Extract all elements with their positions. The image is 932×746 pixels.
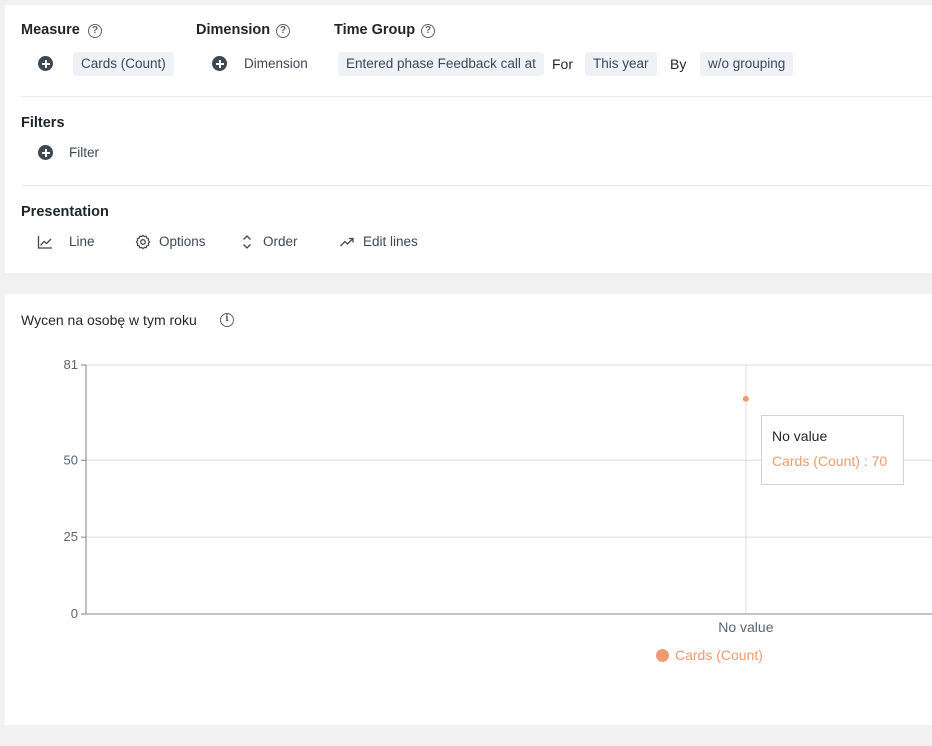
filters-title: Filters [21,115,65,131]
y-tick-label: 50 [64,452,78,467]
line-chart: 0 25 50 81 No value [64,357,932,635]
divider [21,96,932,97]
x-tick-label: No value [718,619,773,635]
tooltip-value: Cards (Count) : 70 [772,453,888,469]
by-label: By [670,56,687,72]
grouping-chip[interactable]: w/o grouping [700,52,794,76]
tooltip-title: No value [772,428,828,444]
add-dimension-plus-icon[interactable] [212,56,227,71]
time-field-chip[interactable]: Entered phase Feedback call at [338,52,544,76]
y-tick-label: 81 [64,357,78,372]
legend-label[interactable]: Cards (Count) [675,647,763,663]
add-dimension-button[interactable]: Dimension [244,52,308,76]
y-tick-label: 25 [64,529,78,544]
time-group-title: Time Group [334,22,416,38]
measure-help-icon[interactable]: ? [88,24,102,38]
presentation-title: Presentation [21,204,109,220]
measure-chip[interactable]: Cards (Count) [73,52,174,76]
gear-icon[interactable] [135,234,151,250]
add-measure-plus-icon[interactable] [38,56,53,71]
line-button[interactable]: Line [69,234,95,250]
dimension-help-icon[interactable]: ? [276,24,290,38]
add-filter-button[interactable]: Filter [69,141,99,165]
chart-panel: Wycen na osobę w tym roku i 0 25 50 81 No va… [5,294,932,725]
data-point [742,395,749,402]
divider [21,185,932,186]
chart-tooltip: No value Cards (Count) : 70 [761,415,904,485]
for-label: For [552,56,573,72]
sort-icon[interactable] [239,234,255,250]
edit-lines-button[interactable]: Edit lines [363,234,418,250]
options-button[interactable]: Options [159,234,206,250]
query-config-panel: Measure ? Cards (Count) Dimension ? Dime… [5,5,932,273]
order-button[interactable]: Order [263,234,298,250]
period-chip[interactable]: This year [585,52,657,76]
measure-title: Measure [21,22,80,38]
y-tick-label: 0 [71,606,78,621]
legend-marker [656,649,669,662]
dimension-title: Dimension [196,22,271,38]
add-filter-plus-icon[interactable] [38,145,53,160]
line-chart-icon[interactable] [37,234,53,250]
time-group-help-icon[interactable]: ? [421,24,435,38]
trend-up-icon[interactable] [339,234,355,250]
